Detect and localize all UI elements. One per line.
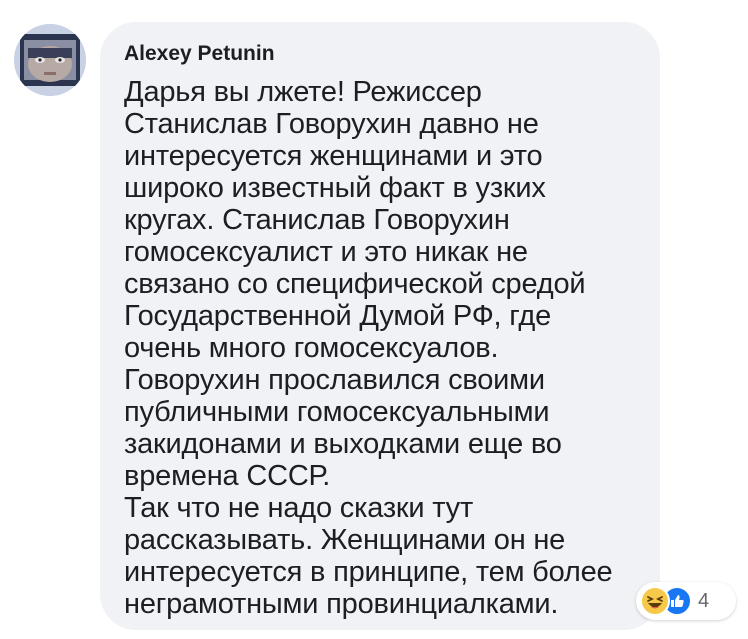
comment: Alexey Petunin Дарья вы лжете! Режиссер … [0, 0, 748, 639]
comment-text-line: времена СССР. [124, 460, 331, 492]
comment-text-line: кругах. Станислав Говорухин [124, 204, 510, 236]
reactions-summary[interactable]: 4 [636, 582, 736, 620]
comment-text-line: Государственной Думой РФ, где [124, 300, 551, 332]
avatar[interactable] [14, 24, 86, 96]
avatar-image [14, 24, 86, 96]
comment-text-line: очень много гомосексуалов. [124, 332, 499, 364]
comment-text-line: гомосексуалист и это никак не [124, 236, 528, 268]
comment-text-line: Так что не надо сказки тут [124, 492, 474, 524]
comment-text-line: связано со специфической средой [124, 268, 586, 300]
comment-text-line: широко известный факт в узких [124, 172, 546, 204]
comment-text-line: интересуется в принципе, тем более [124, 556, 613, 588]
comment-text-line: Дарья вы лжете! Режиссер [124, 76, 482, 108]
haha-icon [640, 586, 670, 616]
comment-text-line: интересуется женщинами и это [124, 140, 543, 172]
reaction-count: 4 [698, 589, 710, 612]
comment-text-line: неграмотными провинциалками. [124, 588, 559, 620]
comment-author[interactable]: Alexey Petunin [124, 40, 640, 68]
comment-text-line: Станислав Говорухин давно не [124, 108, 539, 140]
comment-text-line: закидонами и выходками еще во [124, 428, 562, 460]
comment-text-line: публичными гомосексуальными [124, 396, 550, 428]
comment-bubble: Alexey Petunin Дарья вы лжете! Режиссер … [100, 22, 660, 630]
comment-text-line: рассказывать. Женщинами он не [124, 524, 566, 556]
comment-text-line: Говорухин прославился своими [124, 364, 545, 396]
comment-text: Дарья вы лжете! Режиссер Станислав Говор… [124, 76, 640, 620]
